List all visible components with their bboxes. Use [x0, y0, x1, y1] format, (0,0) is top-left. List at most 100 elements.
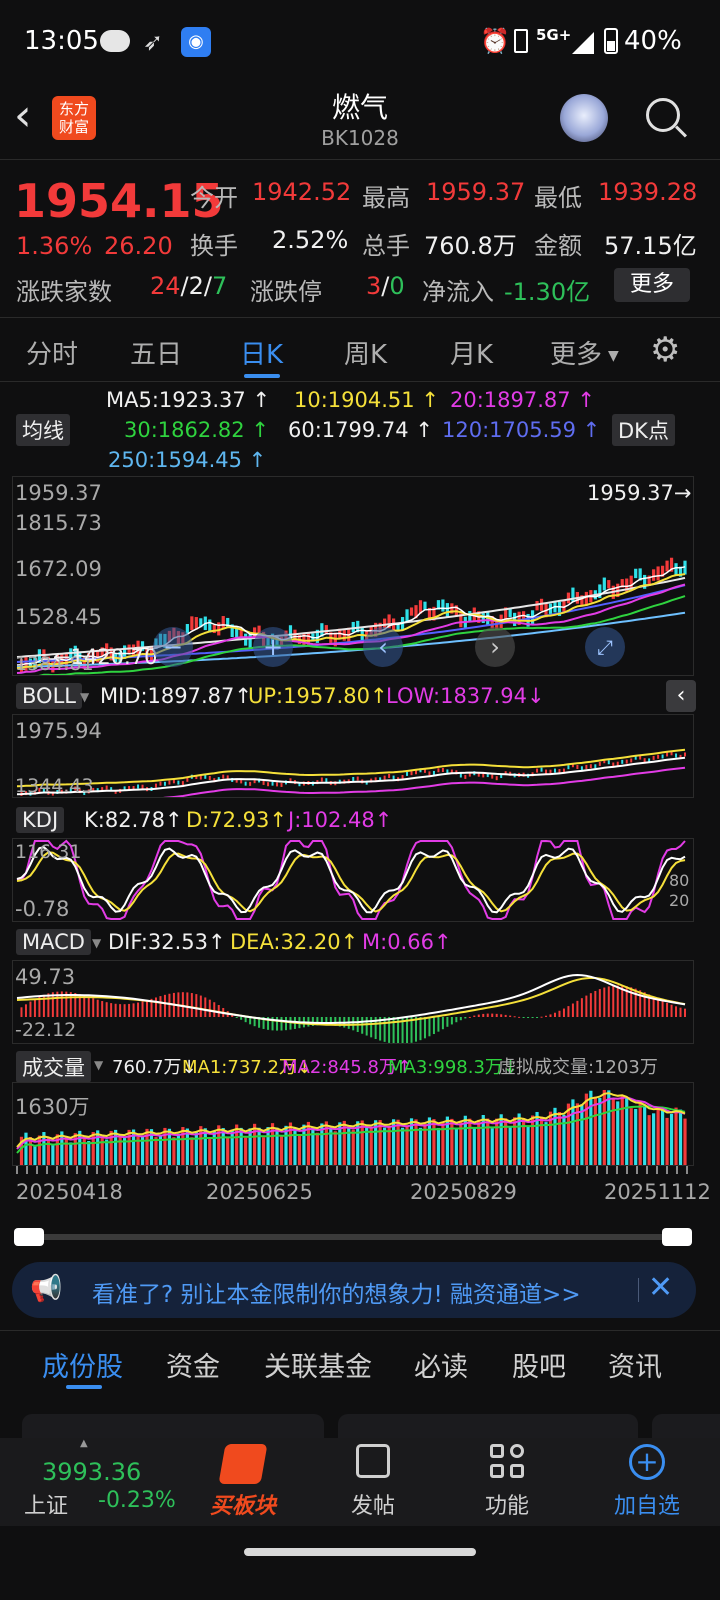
dk-point-toggle[interactable]: DK点 — [612, 414, 675, 446]
tab-news[interactable]: 资讯 — [608, 1345, 662, 1384]
index-ticker[interactable]: ▲ 3993.36 上证 -0.23% — [0, 1438, 190, 1526]
candle — [445, 603, 449, 617]
boll-candle — [585, 764, 588, 769]
volume-bar — [513, 1117, 517, 1165]
volume-bar — [297, 1134, 302, 1165]
ma60-text: 60:1799.74 — [288, 418, 409, 442]
post-button[interactable]: 发帖 — [326, 1444, 420, 1520]
macd-bar — [276, 1017, 279, 1031]
date-tick — [266, 1166, 268, 1174]
date-tick — [166, 1166, 168, 1174]
boll-candle — [249, 781, 252, 786]
tab-more[interactable]: 更多 — [550, 334, 602, 371]
volume-bar — [432, 1119, 436, 1165]
tab-five-day[interactable]: 五日 — [130, 334, 182, 371]
candle — [607, 580, 611, 589]
volume-bar — [450, 1118, 454, 1165]
date-tick — [136, 1166, 138, 1174]
scroll-right-icon[interactable]: › — [475, 627, 515, 667]
date-tick — [396, 1166, 398, 1174]
robot-assistant-icon[interactable] — [560, 94, 608, 142]
dropdown-caret-icon: ▼ — [608, 348, 619, 364]
macd-panel[interactable]: 49.73 -22.12 — [12, 960, 694, 1044]
functions-button[interactable]: 功能 — [460, 1444, 554, 1520]
kdj-k: K:82.78↑ — [84, 808, 183, 832]
kline-panel[interactable]: 1959.37 1815.73 1672.09 1528.45 1384.81 … — [12, 476, 694, 676]
quote-panel: 1954.15 1.36% 26.20 今开 1942.52 最高 1959.3… — [0, 160, 720, 318]
network-label: 5G+ — [536, 26, 572, 44]
macd-bar — [284, 1017, 287, 1031]
volume-bar — [660, 1108, 665, 1165]
date-tick — [306, 1166, 308, 1174]
boll-candle — [267, 782, 270, 787]
boll-panel[interactable]: 1975.94 1344.43 — [12, 714, 694, 798]
volume-selector[interactable]: 成交量 — [16, 1051, 91, 1083]
date-ticks — [16, 1166, 688, 1174]
macd-bar — [24, 1004, 27, 1017]
volume-bar — [217, 1125, 221, 1165]
collapse-panel-icon[interactable]: ‹ — [666, 680, 696, 712]
boll-candle — [567, 765, 570, 770]
kdj-ylabel-top: 116.31 — [15, 841, 82, 863]
volume-bar — [436, 1127, 441, 1165]
tab-must-read[interactable]: 必读 — [414, 1345, 468, 1384]
volume-bar — [230, 1129, 234, 1165]
candle — [508, 608, 512, 618]
volume-bar — [69, 1142, 73, 1165]
tab-related-funds[interactable]: 关联基金 — [264, 1345, 372, 1384]
tab-funds[interactable]: 资金 — [166, 1345, 220, 1384]
volume-bar — [163, 1127, 167, 1165]
battery-icon — [604, 28, 618, 54]
slider-left-handle[interactable] — [14, 1228, 44, 1246]
buy-sector-icon — [218, 1444, 268, 1484]
buy-sector-button[interactable]: 买板块 — [196, 1444, 290, 1520]
boll-candle — [643, 758, 646, 763]
ma-toggle[interactable]: 均线 — [16, 414, 70, 446]
tab-daily-k[interactable]: 日K — [240, 334, 283, 371]
macd-bar — [486, 1013, 489, 1017]
zoom-out-icon[interactable]: − — [153, 627, 193, 667]
candle — [324, 625, 328, 634]
tab-constituents[interactable]: 成份股 — [42, 1345, 123, 1384]
macd-bar — [589, 993, 592, 1017]
slider-right-handle[interactable] — [662, 1228, 692, 1246]
date-tick — [126, 1166, 128, 1174]
volume-bar — [490, 1128, 494, 1165]
kdj-selector[interactable]: KDJ — [16, 807, 65, 833]
macd-bar — [598, 989, 601, 1017]
kdj-d-line — [16, 851, 686, 913]
macd-bar — [437, 1017, 440, 1032]
scroll-left-icon[interactable]: ‹ — [363, 627, 403, 667]
macd-bar — [522, 1017, 525, 1018]
macd-bar — [101, 1001, 104, 1017]
volume-bar — [105, 1139, 109, 1165]
volume-bar — [652, 1113, 656, 1165]
more-button[interactable]: 更多 — [614, 268, 690, 302]
range-slider[interactable] — [14, 1228, 692, 1246]
macd-bar — [181, 992, 184, 1017]
date-tick — [366, 1166, 368, 1174]
date-tick — [566, 1166, 568, 1174]
volume-bar — [145, 1128, 149, 1165]
add-watchlist-button[interactable]: + 加自选 — [592, 1444, 702, 1520]
volume-panel[interactable]: 1630万 — [12, 1082, 694, 1166]
tab-forum[interactable]: 股吧 — [512, 1345, 566, 1384]
tab-monthly-k[interactable]: 月K — [450, 334, 493, 371]
close-icon[interactable]: ✕ — [648, 1270, 673, 1305]
volume-bar — [530, 1115, 535, 1165]
macd-bar — [459, 1017, 462, 1021]
tab-intraday[interactable]: 分时 — [26, 334, 78, 371]
macd-bar — [105, 1002, 108, 1017]
zoom-in-icon[interactable]: + — [253, 627, 293, 667]
volume-virtual: 虚拟成交量:1203万 — [498, 1057, 658, 1078]
tab-weekly-k[interactable]: 周K — [344, 334, 387, 371]
kdj-panel[interactable]: 116.31 -0.78 80 20 — [12, 838, 694, 922]
boll-selector[interactable]: BOLL — [16, 683, 82, 709]
macd-bar — [204, 997, 207, 1017]
candle — [602, 577, 606, 591]
fullscreen-icon[interactable]: ⤢ — [585, 627, 625, 667]
promo-banner[interactable]: 📢 看准了? 别让本金限制你的想象力! 融资通道>> ✕ — [12, 1262, 696, 1318]
macd-selector[interactable]: MACD — [16, 929, 91, 955]
settings-gear-icon[interactable]: ⚙ — [650, 330, 680, 370]
macd-bar — [208, 999, 211, 1017]
